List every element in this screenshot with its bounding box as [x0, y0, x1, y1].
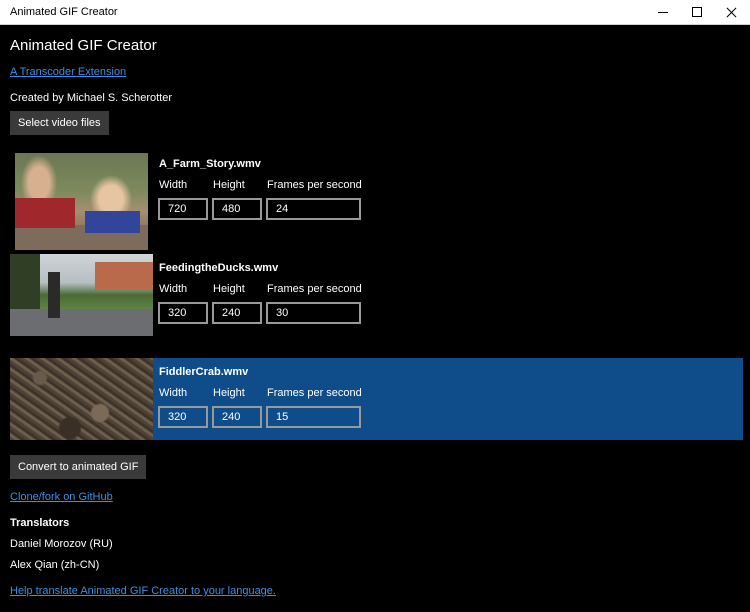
height-label: Height: [213, 387, 245, 399]
video-list-item[interactable]: FeedingtheDucks.wmv Width Height Frames …: [10, 254, 743, 336]
width-label: Width: [159, 387, 188, 399]
file-name: A_Farm_Story.wmv: [159, 158, 261, 170]
translator-item: Daniel Morozov (RU): [10, 538, 113, 550]
select-video-files-button[interactable]: Select video files: [10, 111, 109, 135]
video-thumbnail: [10, 254, 153, 336]
width-label: Width: [159, 283, 188, 295]
width-label: Width: [159, 179, 188, 191]
height-input[interactable]: 240: [212, 406, 262, 428]
width-input[interactable]: 320: [158, 302, 208, 324]
width-input[interactable]: 320: [158, 406, 208, 428]
page-title: Animated GIF Creator: [10, 37, 157, 54]
author-credit: Created by Michael S. Scherotter: [10, 92, 173, 104]
height-input[interactable]: 240: [212, 302, 262, 324]
translators-heading: Translators: [10, 517, 70, 529]
fps-input[interactable]: 30: [266, 302, 361, 324]
maximize-button[interactable]: [678, 0, 716, 24]
transcoder-extension-link[interactable]: A Transcoder Extension: [10, 66, 126, 78]
fps-label: Frames per second: [267, 283, 362, 295]
maximize-icon: [692, 7, 702, 17]
height-label: Height: [213, 179, 245, 191]
help-translate-link[interactable]: Help translate Animated GIF Creator to y…: [10, 585, 276, 597]
fps-label: Frames per second: [267, 179, 362, 191]
fps-label: Frames per second: [267, 387, 362, 399]
video-thumbnail: [15, 153, 148, 250]
minimize-icon: [658, 11, 668, 13]
height-input[interactable]: 480: [212, 198, 262, 220]
video-list-item[interactable]: A_Farm_Story.wmv Width Height Frames per…: [10, 150, 743, 252]
minimize-button[interactable]: [644, 0, 682, 24]
video-list-item-selected[interactable]: FiddlerCrab.wmv Width Height Frames per …: [10, 358, 743, 440]
close-icon: [726, 7, 737, 18]
close-button[interactable]: [712, 0, 750, 24]
video-thumbnail: [10, 358, 153, 440]
title-bar: Animated GIF Creator: [0, 0, 750, 25]
width-input[interactable]: 720: [158, 198, 208, 220]
window-title: Animated GIF Creator: [10, 6, 118, 18]
fps-input[interactable]: 24: [266, 198, 361, 220]
height-label: Height: [213, 283, 245, 295]
github-link[interactable]: Clone/fork on GitHub: [10, 491, 113, 503]
convert-to-gif-button[interactable]: Convert to animated GIF: [10, 455, 147, 479]
fps-input[interactable]: 15: [266, 406, 361, 428]
file-name: FiddlerCrab.wmv: [159, 366, 249, 378]
translator-item: Alex Qian (zh-CN): [10, 559, 100, 571]
file-name: FeedingtheDucks.wmv: [159, 262, 279, 274]
